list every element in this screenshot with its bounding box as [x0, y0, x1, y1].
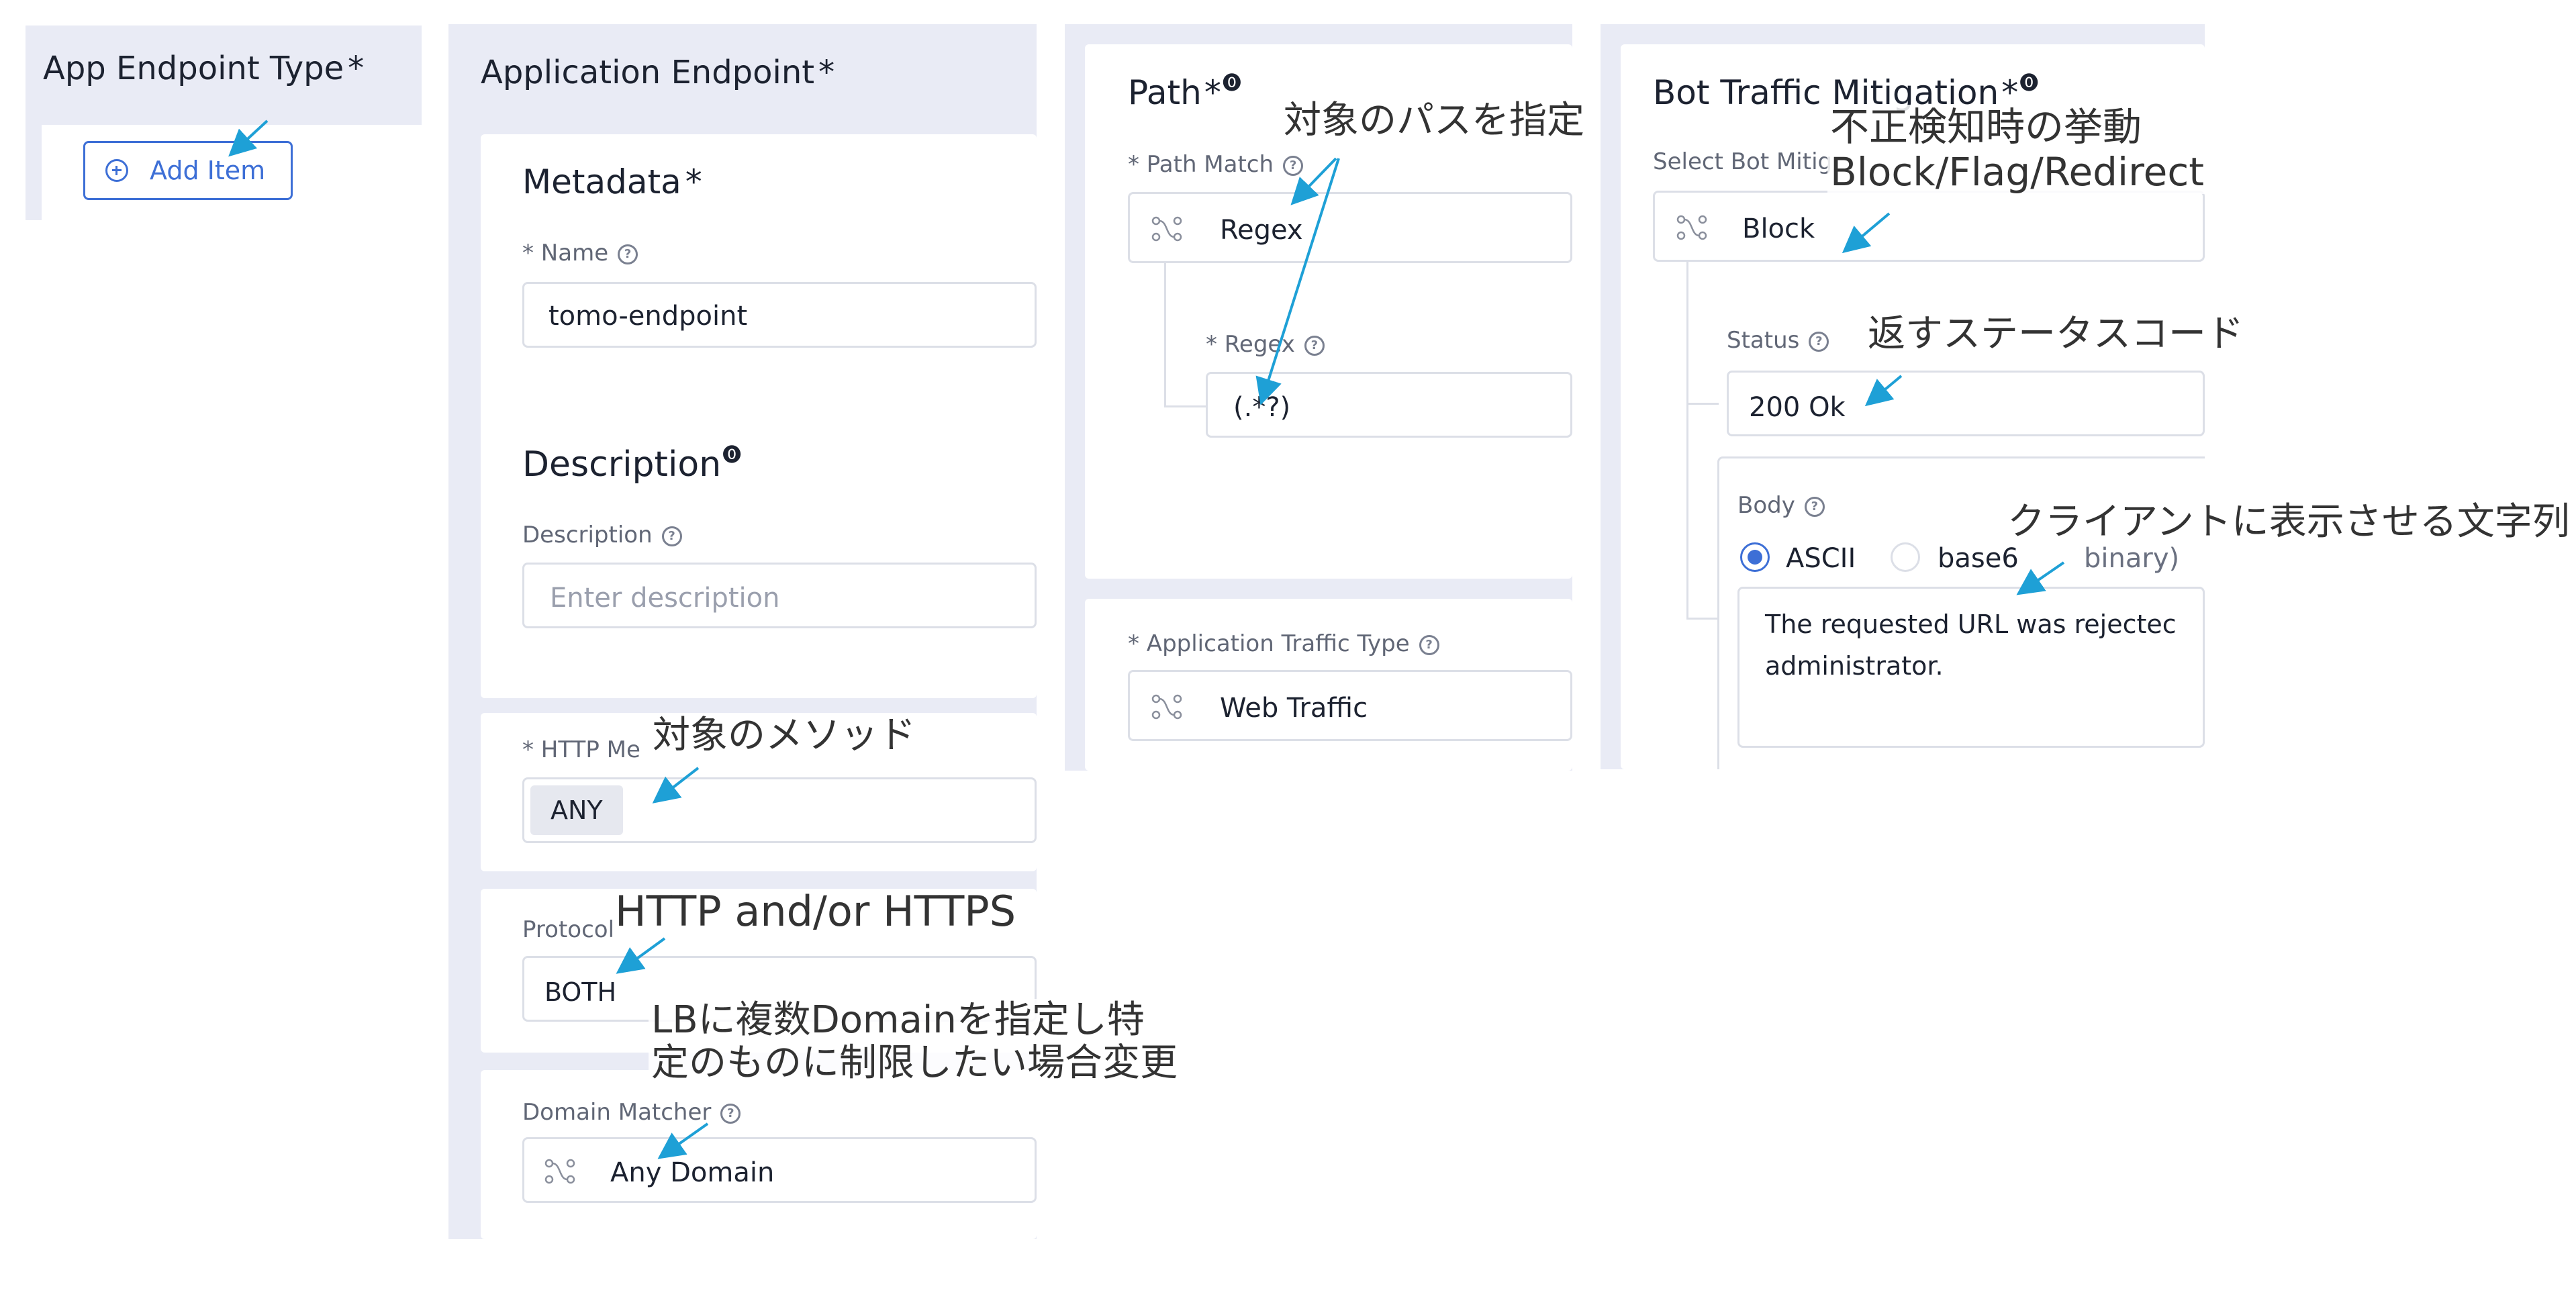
arrow-body-text	[2016, 561, 2065, 595]
annotation-arrows	[228, 119, 2065, 1159]
arrow-protocol	[616, 937, 666, 974]
arrow-http-method	[652, 767, 700, 804]
arrow-path-match	[1290, 157, 1337, 205]
arrow-status	[1864, 375, 1903, 407]
arrow-bot-select	[1842, 212, 1891, 254]
arrow-add-item	[228, 119, 269, 157]
arrow-domain	[657, 1122, 709, 1159]
